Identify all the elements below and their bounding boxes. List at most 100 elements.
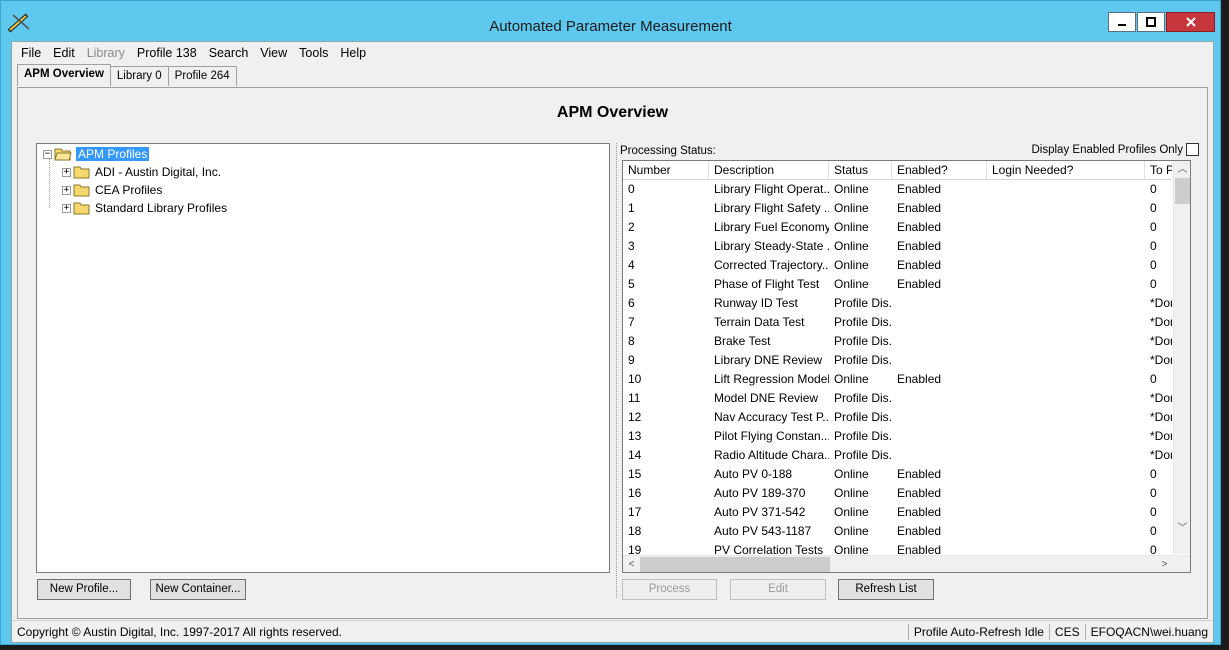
process-button[interactable]: Process [622,579,717,600]
scroll-right-icon[interactable]: > [1156,556,1173,572]
table-row[interactable]: 10 Lift Regression Model Online Enabled 0 [623,370,1172,389]
close-button[interactable] [1166,12,1215,32]
horizontal-scrollbar[interactable]: < > [623,555,1190,572]
menu-profile[interactable]: Profile 138 [131,42,203,64]
new-container-button[interactable]: New Container... [150,579,246,600]
cell-to-process: *Don [1150,448,1172,462]
cell-number: 12 [628,410,642,424]
column-description[interactable]: Description [709,161,829,180]
table-row[interactable]: 5 Phase of Flight Test Online Enabled 0 [623,275,1172,294]
refresh-list-button[interactable]: Refresh List [838,579,934,600]
cell-description: Runway ID Test [714,296,798,310]
column-enabled[interactable]: Enabled? [892,161,987,180]
cell-enabled [892,351,987,370]
vertical-scroll-thumb[interactable] [1175,178,1190,204]
cell-number: 16 [628,486,642,500]
cell-number: 19 [628,543,642,554]
tree-label-standard[interactable]: Standard Library Profiles [95,201,227,215]
table-row[interactable]: 0 Library Flight Operat... Online Enabled 0 [623,180,1172,199]
display-enabled-only-checkbox[interactable] [1186,143,1199,156]
table-row[interactable]: 18 Auto PV 543-1187 Online Enabled 0 [623,522,1172,541]
table-row[interactable]: 6 Runway ID Test Profile Dis... *Don [623,294,1172,313]
expand-icon[interactable]: + [62,203,71,213]
tree-label-cea[interactable]: CEA Profiles [95,183,162,197]
scroll-up-icon[interactable]: ︿ [1174,161,1190,178]
vertical-scrollbar[interactable]: ︿ ﹀ [1173,161,1190,554]
cell-login-needed [987,484,1145,503]
table-row[interactable]: 7 Terrain Data Test Profile Dis... *Don [623,313,1172,332]
tab-profile-264[interactable]: Profile 264 [167,66,237,86]
menu-file[interactable]: File [15,42,47,64]
maximize-icon [1146,17,1156,27]
tree-node-cea[interactable]: + CEA Profiles [62,181,162,199]
tree-label-adi[interactable]: ADI - Austin Digital, Inc. [95,165,221,179]
cell-status: Profile Dis... [834,391,892,405]
cell-status: Online [834,258,869,272]
table-row[interactable]: 14 Radio Altitude Chara... Profile Dis... *… [623,446,1172,465]
table-row[interactable]: 8 Brake Test Profile Dis... *Don [623,332,1172,351]
tree-node-adi[interactable]: + ADI - Austin Digital, Inc. [62,163,221,181]
folder-icon [73,184,90,197]
cell-description: Model DNE Review [714,391,819,405]
menu-library[interactable]: Library [81,42,131,64]
tree-node-root[interactable]: − APM Profiles [43,145,150,163]
profiles-table[interactable]: Number Description Status Enabled? Login… [622,160,1191,573]
table-row[interactable]: 3 Library Steady-State ... Online Enabled 0 [623,237,1172,256]
menu-view[interactable]: View [254,42,293,64]
minimize-button[interactable] [1108,12,1136,32]
tab-strip: APM Overview Library 0 Profile 264 [17,64,237,87]
tree-label-root[interactable]: APM Profiles [76,147,150,161]
collapse-icon[interactable]: − [43,149,52,159]
column-number[interactable]: Number [623,161,709,180]
menu-search[interactable]: Search [203,42,255,64]
cell-description: Radio Altitude Chara... [714,448,829,462]
table-row[interactable]: 11 Model DNE Review Profile Dis... *Don [623,389,1172,408]
maximize-button[interactable] [1137,12,1165,32]
display-enabled-only[interactable]: Display Enabled Profiles Only [1032,143,1199,156]
table-row[interactable]: 2 Library Fuel Economy Online Enabled 0 [623,218,1172,237]
title-bar[interactable]: Automated Parameter Measurement [1,1,1220,41]
cell-number: 18 [628,524,642,538]
table-row[interactable]: 9 Library DNE Review Profile Dis... *Don [623,351,1172,370]
menu-tools[interactable]: Tools [293,42,334,64]
table-row[interactable]: 16 Auto PV 189-370 Online Enabled 0 [623,484,1172,503]
cell-description: PV Correlation Tests [714,543,824,554]
horizontal-scroll-thumb[interactable] [640,557,830,572]
cell-status: Online [834,486,869,500]
table-row[interactable]: 15 Auto PV 0-188 Online Enabled 0 [623,465,1172,484]
edit-button[interactable]: Edit [730,579,826,600]
tab-library-0[interactable]: Library 0 [109,66,169,86]
table-row[interactable]: 17 Auto PV 371-542 Online Enabled 0 [623,503,1172,522]
cell-to-process: 0 [1150,486,1157,500]
page-title: APM Overview [556,104,669,121]
splitter[interactable] [616,143,617,598]
cell-to-process: 0 [1150,220,1157,234]
cell-status: Profile Dis... [834,353,892,367]
tab-apm-overview[interactable]: APM Overview [17,64,111,86]
menu-help[interactable]: Help [334,42,372,64]
table-row[interactable]: 13 Pilot Flying Constan... Profile Dis... *… [623,427,1172,446]
profile-tree[interactable]: − APM Profiles + ADI - Austin Digital, I… [36,143,610,573]
tree-node-standard[interactable]: + Standard Library Profiles [62,199,227,217]
table-row[interactable]: 1 Library Flight Safety ... Online Enabled 0 [623,199,1172,218]
cell-number: 11 [628,391,641,405]
processing-status-label: Processing Status: [620,145,716,157]
table-row[interactable]: 19 PV Correlation Tests Online Enabled 0 [623,541,1172,554]
column-login-needed[interactable]: Login Needed? [987,161,1145,180]
scroll-left-icon[interactable]: < [623,556,640,572]
column-to-process[interactable]: To P [1145,161,1172,180]
table-row[interactable]: 4 Corrected Trajectory... Online Enabled 0 [623,256,1172,275]
new-profile-button[interactable]: New Profile... [37,579,131,600]
column-status[interactable]: Status [829,161,892,180]
cell-description: Auto PV 0-188 [714,467,793,481]
expand-icon[interactable]: + [62,167,71,177]
cell-login-needed [987,427,1145,446]
cell-status: Profile Dis... [834,429,892,443]
cell-status: Online [834,543,869,554]
cell-login-needed [987,332,1145,351]
menu-edit[interactable]: Edit [47,42,81,64]
cell-to-process: *Don [1150,315,1172,329]
scroll-down-icon[interactable]: ﹀ [1174,520,1190,537]
table-row[interactable]: 12 Nav Accuracy Test P... Profile Dis... *D… [623,408,1172,427]
expand-icon[interactable]: + [62,185,71,195]
